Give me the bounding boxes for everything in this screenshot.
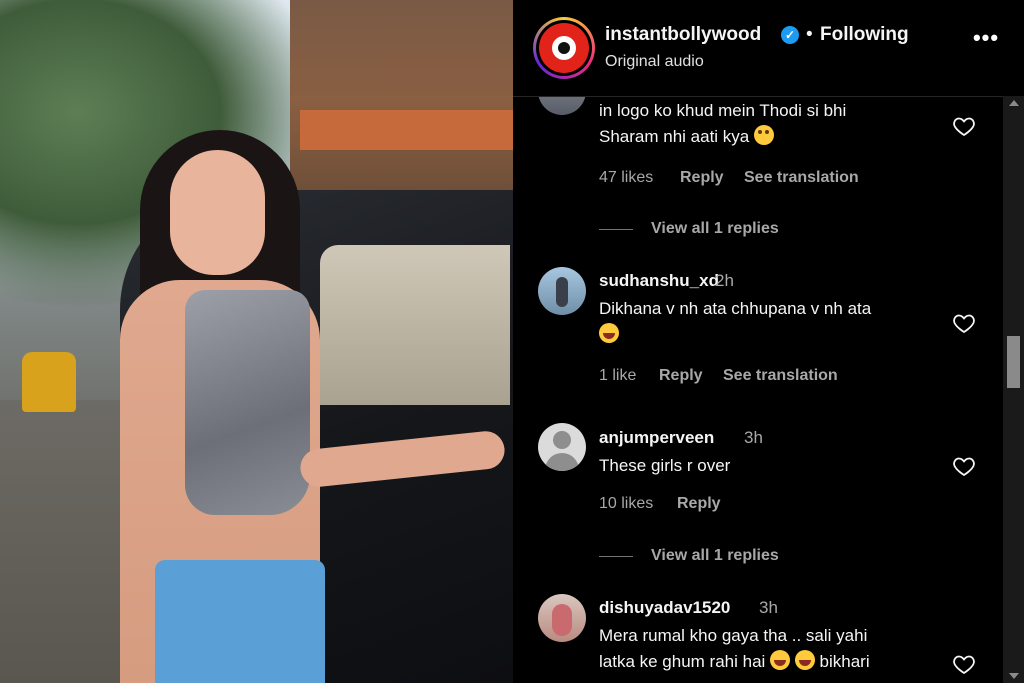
like-heart-icon[interactable] <box>951 114 977 138</box>
scroll-thumb[interactable] <box>1007 336 1020 388</box>
replies-divider <box>599 556 633 557</box>
reply-button[interactable]: Reply <box>659 367 703 385</box>
scroll-down-arrow-icon[interactable] <box>1009 673 1019 679</box>
media-person-face <box>170 150 265 275</box>
reply-button[interactable]: Reply <box>677 495 721 513</box>
media-car-window <box>320 245 510 405</box>
media-person-jeans <box>155 560 325 683</box>
comment-avatar[interactable] <box>538 423 586 471</box>
header-separator: • <box>806 24 813 45</box>
comment-avatar[interactable] <box>538 267 586 315</box>
comment-username[interactable]: anjumperveen <box>599 428 714 448</box>
comment-avatar[interactable] <box>538 97 586 115</box>
laughing-emoji-icon <box>599 323 619 343</box>
comment-time: 3h <box>744 428 763 447</box>
following-button[interactable]: Following <box>820 24 909 46</box>
comment-text: Mera rumal kho gaya tha .. sali yahi lat… <box>599 626 870 671</box>
profile-avatar[interactable] <box>533 17 595 79</box>
rolling-eyes-emoji-icon <box>753 125 774 145</box>
comment-time: 3h <box>759 598 778 617</box>
comment-likes[interactable]: 47 likes <box>599 169 653 187</box>
see-translation-button[interactable]: See translation <box>723 367 838 385</box>
post-header: instantbollywood ✓ • Following Original … <box>513 0 1024 97</box>
laughing-emoji-icon <box>794 650 815 670</box>
view-replies-button[interactable]: View all 1 replies <box>651 220 779 238</box>
post-media-image[interactable] <box>0 0 513 683</box>
like-heart-icon[interactable] <box>951 652 977 676</box>
comments-scrollbar[interactable] <box>1003 96 1024 683</box>
verified-badge-icon: ✓ <box>781 26 799 44</box>
reply-button[interactable]: Reply <box>680 169 724 187</box>
like-heart-icon[interactable] <box>951 454 977 478</box>
replies-divider <box>599 229 633 230</box>
original-audio-link[interactable]: Original audio <box>605 53 704 71</box>
comment-avatar[interactable] <box>538 594 586 642</box>
comment-text: These girls r over <box>599 456 731 475</box>
like-heart-icon[interactable] <box>951 311 977 335</box>
comment-time: 2h <box>715 271 734 290</box>
comment-username[interactable]: dishuyadav1520 <box>599 598 730 618</box>
view-replies-button[interactable]: View all 1 replies <box>651 547 779 565</box>
brand-logo-icon <box>539 23 589 73</box>
comment-text: Dikhana v nh ata chhupana v nh ata <box>599 296 871 348</box>
profile-username[interactable]: instantbollywood <box>605 24 761 46</box>
media-rickshaw <box>22 352 76 412</box>
comment-list[interactable]: in logo ko khud mein Thodi si bhi Sharam… <box>513 97 1003 683</box>
laughing-emoji-icon <box>770 650 791 670</box>
media-balcony <box>300 110 513 150</box>
comment-username[interactable]: sudhanshu_xd <box>599 271 719 291</box>
comment-text: in logo ko khud mein Thodi si bhi Sharam… <box>599 101 847 146</box>
media-person-top <box>185 290 310 515</box>
comments-panel: instantbollywood ✓ • Following Original … <box>513 0 1024 683</box>
comment-likes[interactable]: 1 like <box>599 367 636 385</box>
scroll-up-arrow-icon[interactable] <box>1009 100 1019 106</box>
comment-likes[interactable]: 10 likes <box>599 495 653 513</box>
see-translation-button[interactable]: See translation <box>744 169 859 187</box>
more-options-icon[interactable]: ••• <box>971 27 1001 52</box>
